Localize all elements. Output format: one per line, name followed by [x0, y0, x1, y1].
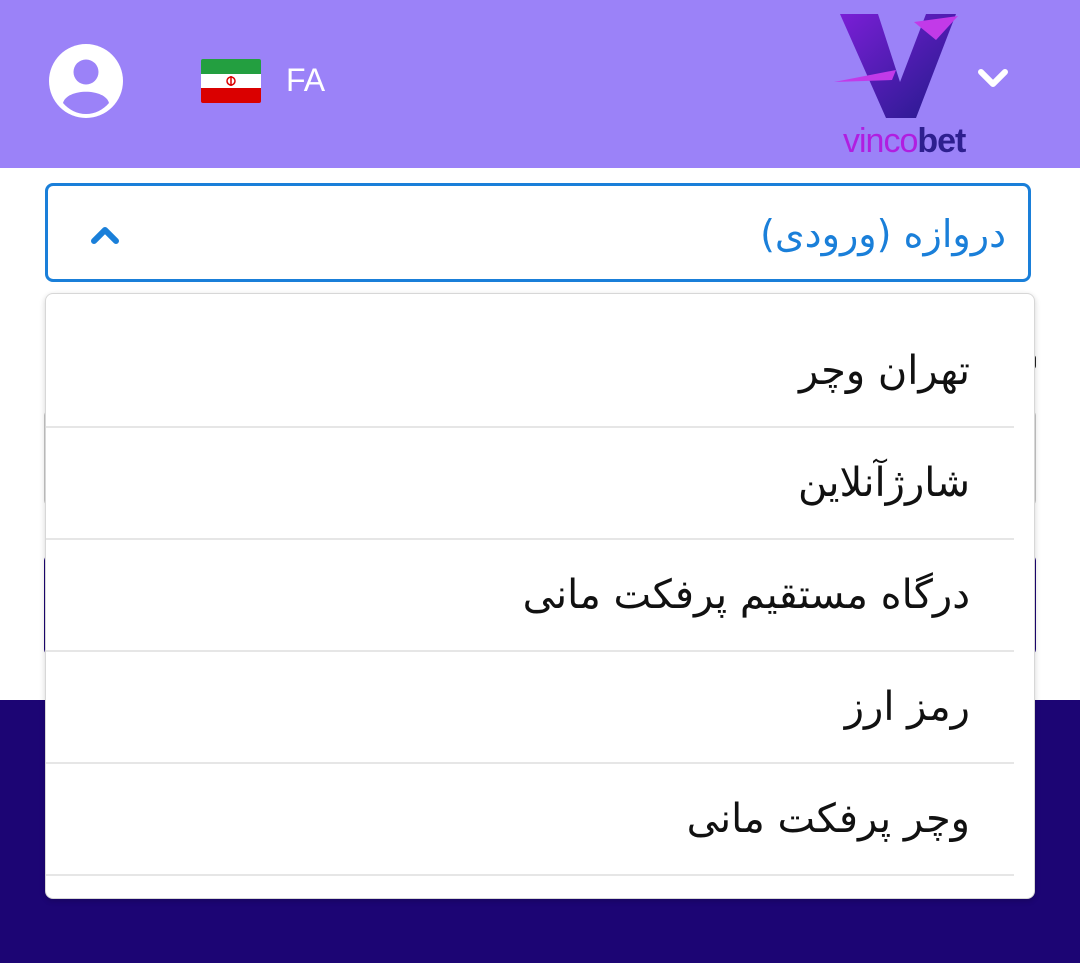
gateway-dropdown: تهران وچر شارژآنلاین درگاه مستقیم پرفکت …: [45, 293, 1035, 899]
gateway-option-label: رمز ارز: [844, 684, 970, 730]
gateway-option-label: تهران وچر: [799, 348, 970, 394]
iran-flag-icon[interactable]: [201, 59, 261, 103]
gateway-option-label: وچر پرفکت مانی: [686, 796, 970, 842]
chevron-up-icon: [88, 222, 122, 248]
gateway-option[interactable]: درگاه مستقیم پرفکت مانی: [46, 540, 1014, 652]
language-code[interactable]: FA: [286, 60, 325, 100]
gateway-select-value: دروازه (ورودی): [760, 212, 1006, 256]
page: FA vincobet دروازه (ورودی) تهران وچر شار…: [0, 0, 1080, 963]
gateway-option[interactable]: وچر پرفکت مانی: [46, 764, 1014, 876]
gateway-option[interactable]: شارژآنلاین: [46, 428, 1014, 540]
user-circle-icon[interactable]: [48, 43, 124, 119]
gateway-option-label: شارژآنلاین: [797, 460, 970, 506]
gateway-option-label: درگاه مستقیم پرفکت مانی: [522, 572, 970, 618]
chevron-down-icon[interactable]: [976, 64, 1010, 94]
gateway-option[interactable]: رمز ارز: [46, 652, 1014, 764]
brand-name: vincobet: [843, 122, 966, 160]
gateway-option[interactable]: تهران وچر: [46, 316, 1014, 428]
top-header: FA vincobet: [0, 0, 1080, 168]
gateway-select[interactable]: دروازه (ورودی): [45, 183, 1031, 282]
